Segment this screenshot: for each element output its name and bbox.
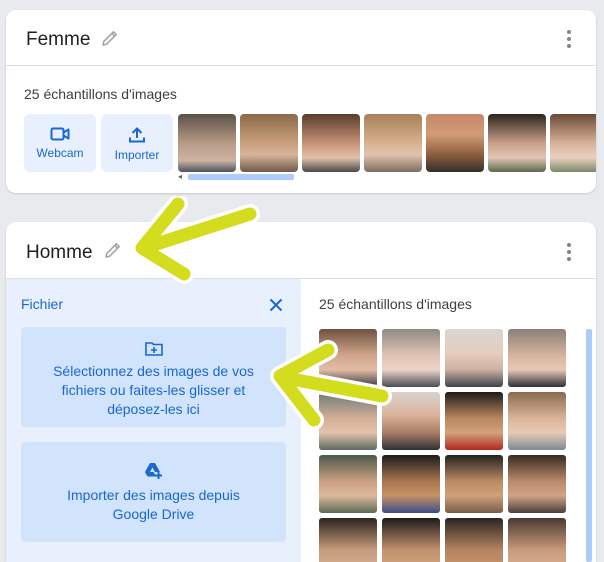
add-folder-icon — [144, 342, 163, 356]
more-vert-icon[interactable] — [566, 243, 572, 261]
file-drop-zone[interactable]: Sélectionnez des images de vos fichiers … — [21, 327, 286, 427]
sample-thumbnail[interactable] — [240, 114, 298, 172]
sample-thumbnail[interactable] — [488, 114, 546, 172]
sample-thumbnail[interactable] — [426, 114, 484, 172]
drop-zone-text: Sélectionnez des images de vos fichiers … — [53, 363, 254, 417]
sample-thumbnail[interactable] — [445, 392, 503, 450]
webcam-button[interactable]: Webcam — [24, 114, 96, 172]
google-drive-icon — [144, 463, 162, 479]
panel-title: Fichier — [21, 296, 64, 312]
google-drive-upload[interactable]: Importer des images depuis Google Drive — [21, 442, 286, 542]
horizontal-scrollbar[interactable]: ◂ — [178, 173, 596, 181]
webcam-label: Webcam — [36, 146, 84, 160]
sample-thumbnail[interactable] — [382, 518, 440, 562]
close-icon[interactable] — [269, 298, 283, 312]
pointer-arrow-icon — [132, 196, 260, 284]
upload-label: Importer — [114, 148, 160, 162]
sample-thumbnail[interactable] — [445, 329, 503, 387]
samples-count-label: 25 échantillons d'images — [24, 86, 177, 102]
drive-upload-text: Importer des images depuis Google Drive — [67, 487, 240, 522]
sample-thumbnail[interactable] — [508, 392, 566, 450]
sample-thumbnail[interactable] — [508, 455, 566, 513]
file-upload-panel: Fichier Sélectionnez des images de vos f… — [6, 279, 301, 562]
upload-button[interactable]: Importer — [101, 114, 173, 172]
sample-thumbnail[interactable] — [550, 114, 596, 172]
more-vert-icon[interactable] — [566, 30, 572, 48]
vertical-scrollbar[interactable] — [586, 329, 592, 562]
sample-thumbnail[interactable] — [508, 329, 566, 387]
pencil-icon[interactable] — [100, 28, 120, 48]
divider — [6, 65, 596, 66]
sample-thumbnail[interactable] — [445, 518, 503, 562]
sample-thumbnail[interactable] — [445, 455, 503, 513]
sample-thumbnail[interactable] — [319, 455, 377, 513]
videocam-icon — [50, 127, 70, 141]
class-card-femme: Femme 25 échantillons d'images Webcam Im… — [6, 10, 596, 193]
sample-thumbnail[interactable] — [508, 518, 566, 562]
sample-thumbnail[interactable] — [382, 455, 440, 513]
sample-thumbnails — [178, 114, 596, 172]
sample-thumbnail[interactable] — [178, 114, 236, 172]
scrollbar-thumb[interactable] — [188, 174, 294, 180]
scroll-left-icon[interactable]: ◂ — [178, 173, 182, 181]
upload-icon — [129, 127, 145, 143]
sample-thumbnail[interactable] — [302, 114, 360, 172]
class-title[interactable]: Femme — [26, 29, 90, 51]
pointer-arrow-icon — [270, 340, 392, 430]
samples-count-label: 25 échantillons d'images — [319, 296, 472, 312]
sample-thumbnail[interactable] — [364, 114, 422, 172]
sample-thumbnail[interactable] — [319, 518, 377, 562]
class-title[interactable]: Homme — [26, 242, 93, 264]
